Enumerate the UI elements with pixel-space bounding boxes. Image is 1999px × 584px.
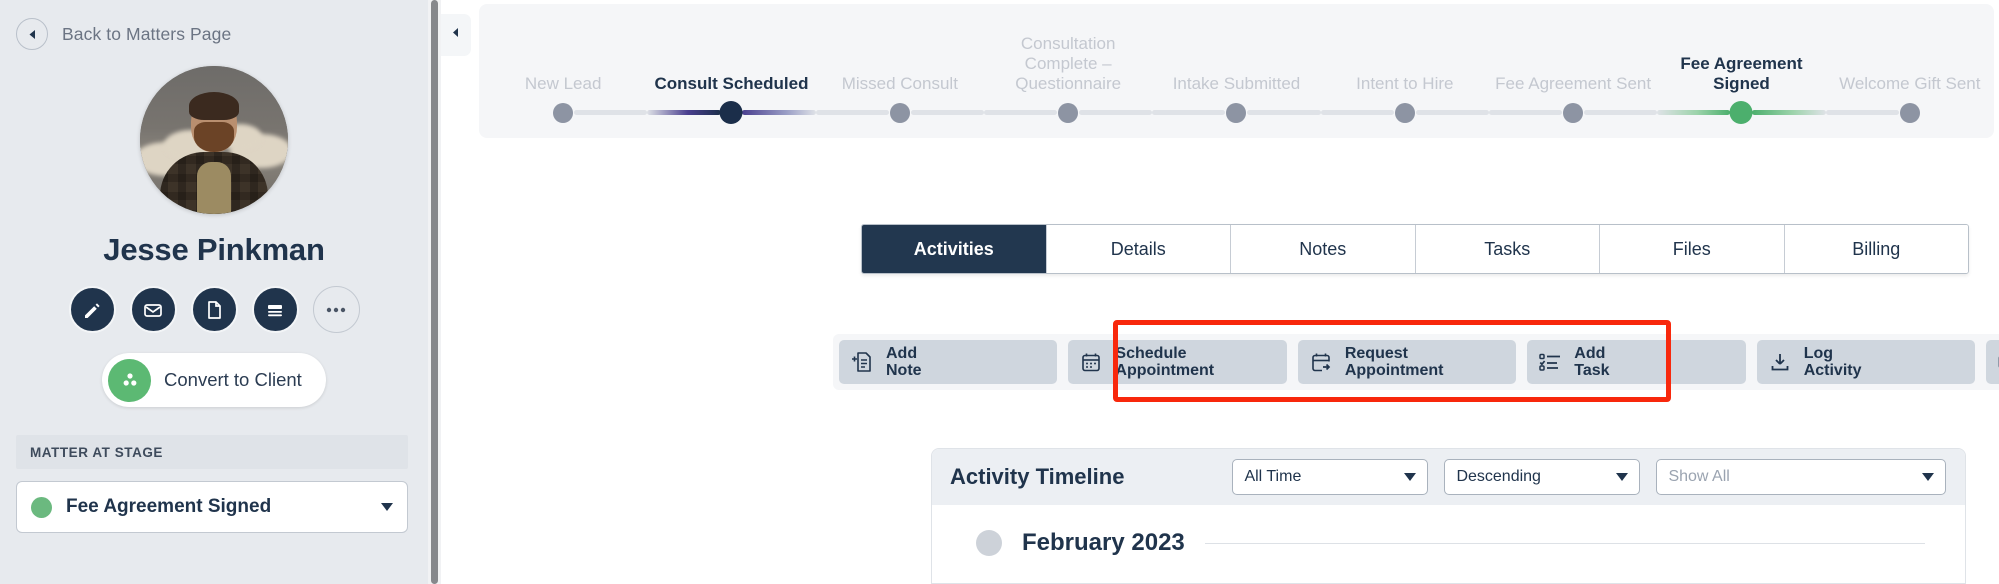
content-tabs: Activities Details Notes Tasks Files Bil… bbox=[861, 224, 1969, 274]
activity-timeline-header: Activity Timeline All Time Descending Sh… bbox=[932, 449, 1965, 505]
request-appointment-label: Request Appointment bbox=[1344, 345, 1444, 379]
log-activity-label: Log Activity bbox=[1803, 345, 1862, 379]
stage-step-node bbox=[553, 103, 574, 123]
time-range-filter-value: All Time bbox=[1244, 468, 1302, 485]
stage-step-node bbox=[1563, 103, 1584, 123]
tab-notes[interactable]: Notes bbox=[1231, 225, 1416, 273]
stage-step-label: Fee Agreement Sent bbox=[1495, 74, 1652, 93]
scrollbar-thumb[interactable] bbox=[431, 0, 438, 584]
calendar-icon bbox=[1078, 351, 1104, 374]
action-button-row: Add Note Schedule Appointment Request Appoi… bbox=[833, 334, 1999, 390]
stage-step-node bbox=[719, 101, 743, 124]
tab-details[interactable]: Details bbox=[1046, 225, 1231, 273]
chevron-down-icon bbox=[1922, 473, 1935, 481]
stage-step-consultation-complete[interactable]: Consultation Complete – Questionnaire bbox=[983, 4, 1153, 138]
activity-timeline-body: February 2023 bbox=[932, 505, 1965, 557]
timeline-month-group: February 2023 bbox=[932, 529, 1965, 557]
main-content: New Lead Consult Scheduled Missed Consul… bbox=[441, 0, 1999, 584]
activity-timeline-panel: Activity Timeline All Time Descending Sh… bbox=[931, 448, 1966, 584]
send-email-button[interactable]: SendEmail bbox=[1986, 340, 1999, 384]
back-to-matters-link[interactable]: Back to Matters Page bbox=[0, 0, 428, 50]
chevron-down-icon bbox=[1616, 473, 1629, 481]
schedule-appointment-label: Schedule Appointment bbox=[1115, 345, 1215, 379]
timeline-month-label: February 2023 bbox=[1022, 529, 1185, 556]
avatar bbox=[140, 66, 288, 214]
client-sidebar: Back to Matters Page Jesse Pinkman Conve… bbox=[0, 0, 428, 584]
stage-step-label: Fee Agreement Signed bbox=[1680, 54, 1803, 93]
avatar-container bbox=[0, 66, 428, 214]
stage-step-node bbox=[1729, 101, 1753, 124]
page-scrollbar[interactable] bbox=[428, 0, 441, 584]
stage-step-fee-agreement-sent[interactable]: Fee Agreement Sent bbox=[1488, 4, 1658, 138]
client-name: Jesse Pinkman bbox=[103, 232, 325, 267]
activity-timeline-title: Activity Timeline bbox=[950, 464, 1125, 489]
activity-type-filter-value: Show All bbox=[1668, 468, 1730, 485]
stage-step-intake-submitted[interactable]: Intake Submitted bbox=[1152, 4, 1321, 138]
stage-step-fee-agreement-signed[interactable]: Fee Agreement Signed bbox=[1657, 4, 1826, 138]
chevron-down-icon bbox=[1404, 473, 1417, 481]
envelope-icon[interactable] bbox=[129, 286, 177, 333]
pencil-icon[interactable] bbox=[68, 286, 116, 333]
timeline-node-icon bbox=[976, 530, 1002, 556]
stage-steps: New Lead Consult Scheduled Missed Consul… bbox=[479, 4, 1994, 138]
stage-step-new-lead[interactable]: New Lead bbox=[479, 4, 648, 138]
convert-to-client-button[interactable]: Convert to Client bbox=[102, 353, 326, 407]
chevron-down-icon bbox=[381, 503, 393, 511]
file-icon[interactable] bbox=[190, 286, 238, 333]
stage-step-missed-consult[interactable]: Missed Consult bbox=[815, 4, 984, 138]
stage-status-dot bbox=[31, 496, 52, 518]
person-icon bbox=[108, 358, 151, 402]
stage-step-node bbox=[1226, 103, 1247, 123]
stage-step-node bbox=[1394, 103, 1415, 123]
stage-step-node bbox=[1899, 103, 1920, 123]
timeline-divider bbox=[1204, 542, 1925, 544]
time-range-filter[interactable]: All Time bbox=[1232, 459, 1429, 495]
quick-action-row bbox=[0, 286, 428, 333]
stage-step-welcome-gift-sent[interactable]: Welcome Gift Sent bbox=[1825, 4, 1994, 138]
add-note-button[interactable]: Add Note bbox=[839, 340, 1058, 384]
add-task-label: Add Task bbox=[1574, 345, 1610, 379]
checklist-icon bbox=[1537, 351, 1563, 373]
stage-step-label: Intake Submitted bbox=[1172, 74, 1301, 93]
stage-step-consult-scheduled[interactable]: Consult Scheduled bbox=[647, 4, 816, 138]
stage-step-label: Intent to Hire bbox=[1356, 74, 1454, 93]
sort-order-filter[interactable]: Descending bbox=[1444, 459, 1641, 495]
stage-step-node bbox=[1058, 103, 1079, 123]
tab-files[interactable]: Files bbox=[1600, 225, 1785, 273]
stage-progress-bar: New Lead Consult Scheduled Missed Consul… bbox=[479, 4, 1994, 138]
add-task-button[interactable]: Add Task bbox=[1527, 340, 1746, 384]
back-link-label: Back to Matters Page bbox=[62, 23, 232, 44]
matter-stage-select[interactable]: Fee Agreement Signed bbox=[16, 481, 408, 533]
sort-order-filter-value: Descending bbox=[1456, 468, 1541, 485]
ellipsis-icon[interactable] bbox=[312, 286, 360, 333]
stage-step-label: Consultation Complete – Questionnaire bbox=[1015, 34, 1122, 93]
chevron-left-icon bbox=[16, 18, 48, 50]
stage-step-label: Consult Scheduled bbox=[654, 74, 809, 93]
collapse-sidebar-button[interactable] bbox=[441, 14, 471, 56]
stage-step-label: Welcome Gift Sent bbox=[1839, 74, 1981, 93]
stage-step-intent-to-hire[interactable]: Intent to Hire bbox=[1320, 4, 1489, 138]
lines-icon[interactable] bbox=[251, 286, 299, 333]
matter-at-stage-header-label: MATTER AT STAGE bbox=[30, 444, 163, 460]
request-appointment-button[interactable]: Request Appointment bbox=[1297, 340, 1517, 384]
schedule-appointment-button[interactable]: Schedule Appointment bbox=[1068, 340, 1287, 384]
activity-type-filter[interactable]: Show All bbox=[1656, 459, 1947, 495]
tab-activities[interactable]: Activities bbox=[862, 225, 1047, 273]
add-note-icon bbox=[849, 350, 875, 374]
download-icon bbox=[1767, 351, 1793, 373]
convert-to-client-label: Convert to Client bbox=[164, 369, 302, 390]
tab-tasks[interactable]: Tasks bbox=[1415, 225, 1600, 273]
stage-step-node bbox=[889, 103, 910, 123]
add-note-label: Add Note bbox=[886, 345, 922, 379]
matter-at-stage-header: MATTER AT STAGE bbox=[16, 435, 408, 469]
log-activity-button[interactable]: Log Activity bbox=[1756, 340, 1976, 384]
matter-detail-page: Back to Matters Page Jesse Pinkman Conve… bbox=[0, 0, 1999, 584]
calendar-arrow-icon bbox=[1308, 351, 1334, 374]
matter-stage-value: Fee Agreement Signed bbox=[66, 496, 272, 517]
stage-step-label: Missed Consult bbox=[841, 74, 958, 93]
stage-step-label: New Lead bbox=[524, 74, 602, 93]
tab-billing[interactable]: Billing bbox=[1784, 225, 1968, 273]
chevron-left-icon bbox=[450, 26, 462, 44]
